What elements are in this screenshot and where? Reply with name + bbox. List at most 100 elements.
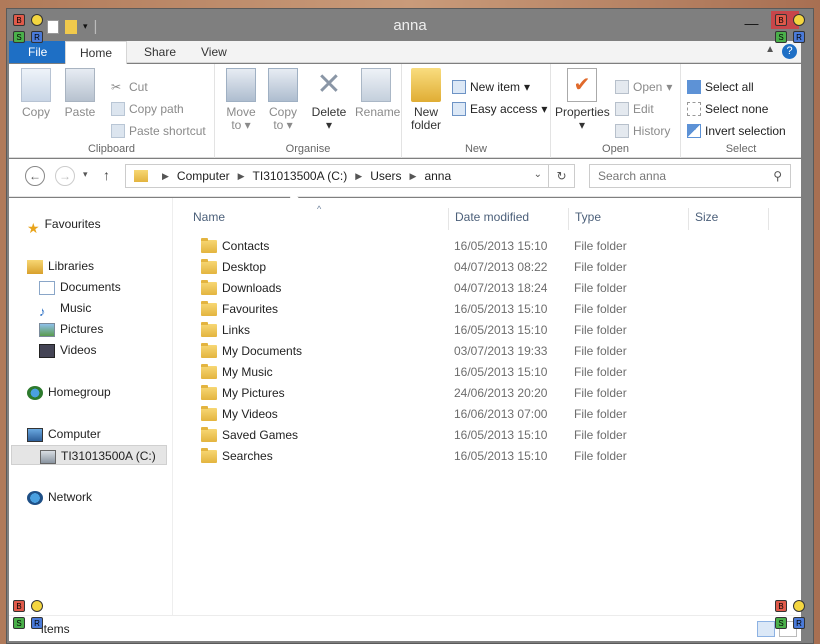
edit-button[interactable]: Edit [615, 102, 654, 116]
easy-access-button[interactable]: Easy access ▾ [452, 102, 547, 116]
rename-button[interactable]: Rename [355, 68, 400, 119]
up-arrow-icon[interactable]: ↑ [103, 167, 110, 183]
documents-icon [39, 280, 55, 295]
file-type: File folder [574, 260, 627, 274]
nav-homegroup[interactable]: Homegroup [27, 382, 111, 402]
new-folder-button[interactable]: New folder [408, 68, 444, 132]
new-item-button[interactable]: New item ▾ [452, 80, 530, 94]
table-row[interactable]: My Music 16/05/2013 15:10 File folder [193, 362, 773, 383]
properties-button[interactable]: ✔ Properties ▾ [555, 68, 610, 132]
crumb-users[interactable]: Users [370, 169, 401, 183]
folder-icon [201, 426, 217, 442]
tab-file[interactable]: File [9, 41, 67, 63]
select-all-label: Select all [705, 80, 754, 94]
table-row[interactable]: My Videos 16/06/2013 07:00 File folder [193, 404, 773, 425]
paste-button[interactable]: Paste [63, 68, 97, 119]
overlay-r-tile[interactable]: R [793, 31, 805, 43]
address-field[interactable]: ▶ Computer ▶ TI31013500A (C:) ▶ Users ▶ … [125, 164, 549, 188]
overlay-b-tile[interactable]: B [13, 14, 25, 26]
overlay-yellow-tile[interactable] [31, 600, 43, 612]
file-date: 16/05/2013 15:10 [454, 239, 548, 253]
overlay-yellow-tile[interactable] [793, 14, 805, 26]
select-all-button[interactable]: Select all [687, 80, 754, 94]
copy-path-button[interactable]: Copy path [111, 102, 184, 116]
address-dropdown-icon[interactable]: ⌄ [534, 169, 542, 180]
overlay-s-tile[interactable]: S [775, 617, 787, 629]
delete-button[interactable]: ✕ Delete ▾ [311, 68, 347, 132]
chevron-right-icon[interactable]: ▶ [238, 171, 245, 182]
paste-shortcut-button[interactable]: Paste shortcut [111, 124, 206, 138]
cut-button[interactable]: ✂ Cut [111, 80, 148, 94]
table-row[interactable]: Contacts 16/05/2013 15:10 File folder [193, 236, 773, 257]
refresh-button[interactable]: ↻ [549, 164, 575, 188]
details-view-button[interactable] [757, 621, 775, 637]
overlay-r-tile[interactable]: R [31, 31, 43, 43]
nav-videos[interactable]: Videos [39, 340, 96, 360]
chevron-right-icon[interactable]: ▶ [355, 171, 362, 182]
open-button[interactable]: Open ▾ [615, 80, 672, 94]
search-icon[interactable]: ⚲ [773, 165, 782, 187]
minimize-ribbon-icon[interactable]: ▲ [765, 44, 775, 55]
nav-computer[interactable]: Computer [27, 424, 101, 444]
nav-libraries[interactable]: Libraries [27, 256, 94, 276]
forward-button[interactable]: → [55, 166, 75, 186]
properties-label: Properties [555, 105, 610, 119]
minimize-button[interactable]: — [744, 15, 758, 32]
table-row[interactable]: Downloads 04/07/2013 18:24 File folder [193, 278, 773, 299]
rename-icon [361, 68, 391, 102]
column-header-size[interactable]: Size [689, 208, 769, 230]
new-folder-label-line1: New [413, 105, 438, 119]
copy-icon [21, 68, 51, 102]
tab-home[interactable]: Home [65, 41, 128, 64]
column-header-name[interactable]: Name ^ [187, 204, 449, 230]
column-header-date[interactable]: Date modified [449, 208, 569, 230]
table-row[interactable]: Links 16/05/2013 15:10 File folder [193, 320, 773, 341]
overlay-b-tile[interactable]: B [775, 600, 787, 612]
table-row[interactable]: Saved Games 16/05/2013 15:10 File folder [193, 425, 773, 446]
nav-favourites[interactable]: ★ Favourites [27, 214, 101, 236]
recent-locations-icon[interactable]: ▾ [83, 169, 88, 180]
overlay-r-tile[interactable]: R [793, 617, 805, 629]
nav-network[interactable]: Network [27, 487, 92, 507]
table-row[interactable]: My Documents 03/07/2013 19:33 File folde… [193, 341, 773, 362]
file-name: Links [222, 323, 251, 337]
crumb-anna[interactable]: anna [424, 169, 451, 183]
music-note-icon: ♪ [39, 303, 46, 319]
nav-pictures[interactable]: Pictures [39, 319, 103, 339]
tab-view[interactable]: View [187, 41, 241, 63]
table-row[interactable]: Desktop 04/07/2013 08:22 File folder [193, 257, 773, 278]
chevron-right-icon[interactable]: ▶ [162, 171, 169, 182]
column-header-type[interactable]: Type [569, 208, 689, 230]
copy-to-button[interactable]: Copy to ▾ [265, 68, 301, 132]
nav-music[interactable]: ♪ Music [39, 298, 91, 319]
back-button[interactable]: ← [25, 166, 45, 186]
overlay-s-tile[interactable]: S [775, 31, 787, 43]
folder-icon [201, 342, 217, 358]
nav-drive-c[interactable]: TI31013500A (C:) [11, 445, 167, 465]
tab-share[interactable]: Share [130, 41, 190, 63]
overlay-yellow-tile[interactable] [793, 600, 805, 612]
search-input[interactable]: Search anna ⚲ [589, 164, 791, 188]
history-button[interactable]: History [615, 124, 670, 138]
file-type: File folder [574, 281, 627, 295]
overlay-s-tile[interactable]: S [13, 31, 25, 43]
copy-button[interactable]: Copy [21, 68, 51, 119]
overlay-r-tile[interactable]: R [31, 617, 43, 629]
table-row[interactable]: My Pictures 24/06/2013 20:20 File folder [193, 383, 773, 404]
crumb-computer[interactable]: Computer [177, 169, 230, 183]
table-row[interactable]: Searches 16/05/2013 15:10 File folder [193, 446, 773, 467]
file-name: Downloads [222, 281, 282, 295]
invert-selection-button[interactable]: Invert selection [687, 124, 786, 138]
scissors-icon: ✂ [111, 80, 122, 94]
overlay-b-tile[interactable]: B [775, 14, 787, 26]
table-row[interactable]: Favourites 16/05/2013 15:10 File folder [193, 299, 773, 320]
overlay-yellow-tile[interactable] [31, 14, 43, 26]
crumb-drive[interactable]: TI31013500A (C:) [253, 169, 348, 183]
chevron-right-icon[interactable]: ▶ [410, 171, 417, 182]
overlay-b-tile[interactable]: B [13, 600, 25, 612]
help-icon[interactable]: ? [782, 44, 797, 59]
overlay-s-tile[interactable]: S [13, 617, 25, 629]
nav-documents[interactable]: Documents [39, 277, 121, 297]
select-none-button[interactable]: Select none [687, 102, 768, 116]
move-to-button[interactable]: Move to ▾ [223, 68, 259, 132]
